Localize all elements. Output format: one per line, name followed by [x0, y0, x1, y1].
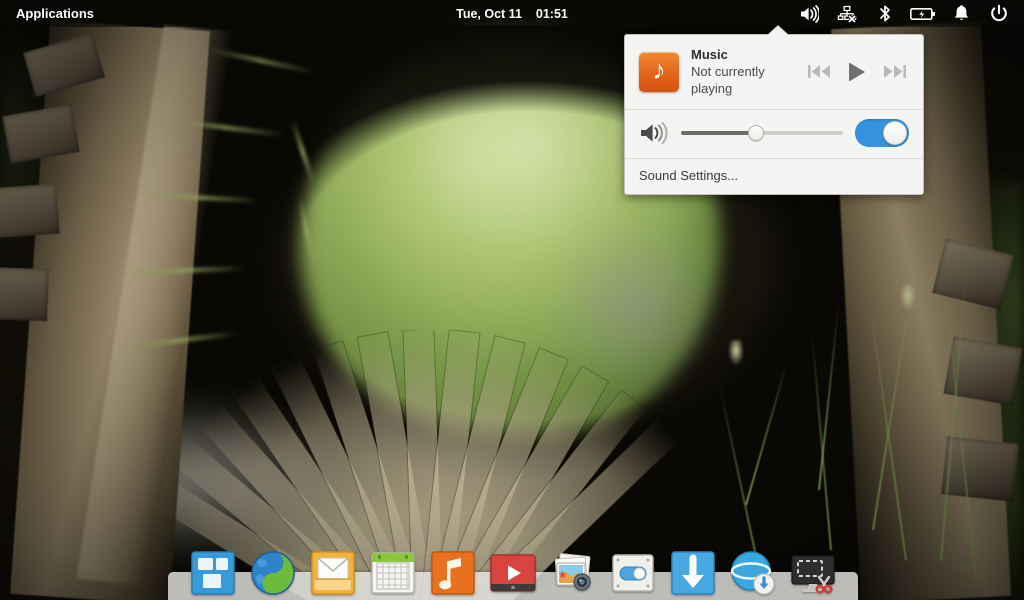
dock-item-system-settings[interactable] — [609, 549, 657, 597]
applications-menu-button[interactable]: Applications — [10, 0, 100, 27]
sound-settings-label: Sound Settings... — [639, 167, 739, 183]
volume-mute-toggle[interactable] — [855, 118, 909, 147]
notifications-bell-icon[interactable] — [942, 0, 980, 27]
sound-indicator-popup: ♪ Music Not currently playing Sound Sett… — [624, 26, 924, 195]
dock-item-mail[interactable] — [309, 549, 357, 597]
popup-arrow — [768, 26, 788, 35]
dock-item-videos[interactable] — [489, 549, 537, 597]
wallpaper-block — [0, 183, 60, 239]
top-panel: Applications Tue, Oct 11 01:51 — [0, 0, 1024, 27]
dock-item-screenshot[interactable] — [789, 549, 837, 597]
media-player-app-name: Music — [691, 47, 728, 62]
network-disconnected-icon[interactable] — [828, 0, 866, 27]
clock-time[interactable]: 01:51 — [536, 7, 568, 21]
battery-icon[interactable] — [904, 0, 942, 27]
wallpaper-seed-head — [900, 285, 916, 311]
volume-slider[interactable] — [681, 124, 843, 142]
next-track-button[interactable] — [883, 63, 907, 80]
volume-icon[interactable] — [790, 0, 828, 27]
dock-item-app-center[interactable] — [669, 549, 717, 597]
volume-slider-knob[interactable] — [747, 124, 764, 141]
applications-menu-label: Applications — [16, 6, 95, 21]
wallpaper-seed-head — [728, 340, 744, 366]
volume-row — [625, 110, 923, 158]
volume-slider-fill — [681, 130, 756, 135]
wallpaper-block — [0, 266, 49, 322]
toggle-knob — [883, 120, 907, 145]
play-button[interactable] — [845, 60, 869, 84]
wallpaper-block — [941, 436, 1019, 502]
dock-item-calendar[interactable] — [369, 549, 417, 597]
music-note-glyph: ♪ — [652, 55, 666, 86]
previous-track-button[interactable] — [807, 63, 831, 80]
power-icon[interactable] — [980, 0, 1018, 27]
bluetooth-icon[interactable] — [866, 0, 904, 27]
dock-item-music[interactable] — [429, 549, 477, 597]
dock-item-files[interactable] — [189, 549, 237, 597]
clock-date[interactable]: Tue, Oct 11 — [456, 7, 522, 21]
media-player-info: Music Not currently playing — [691, 47, 795, 97]
speaker-icon[interactable] — [639, 121, 669, 145]
media-player-row: ♪ Music Not currently playing — [625, 35, 923, 109]
dock-item-software-updates[interactable] — [729, 549, 777, 597]
media-player-controls — [807, 60, 909, 84]
indicator-tray — [790, 0, 1018, 27]
dock-item-photos[interactable] — [549, 549, 597, 597]
sound-settings-menu-item[interactable]: Sound Settings... — [625, 159, 923, 194]
dock — [168, 541, 858, 597]
music-note-icon[interactable]: ♪ — [639, 51, 679, 92]
dock-item-web-browser[interactable] — [249, 549, 297, 597]
media-player-status: Not currently playing — [691, 64, 765, 96]
